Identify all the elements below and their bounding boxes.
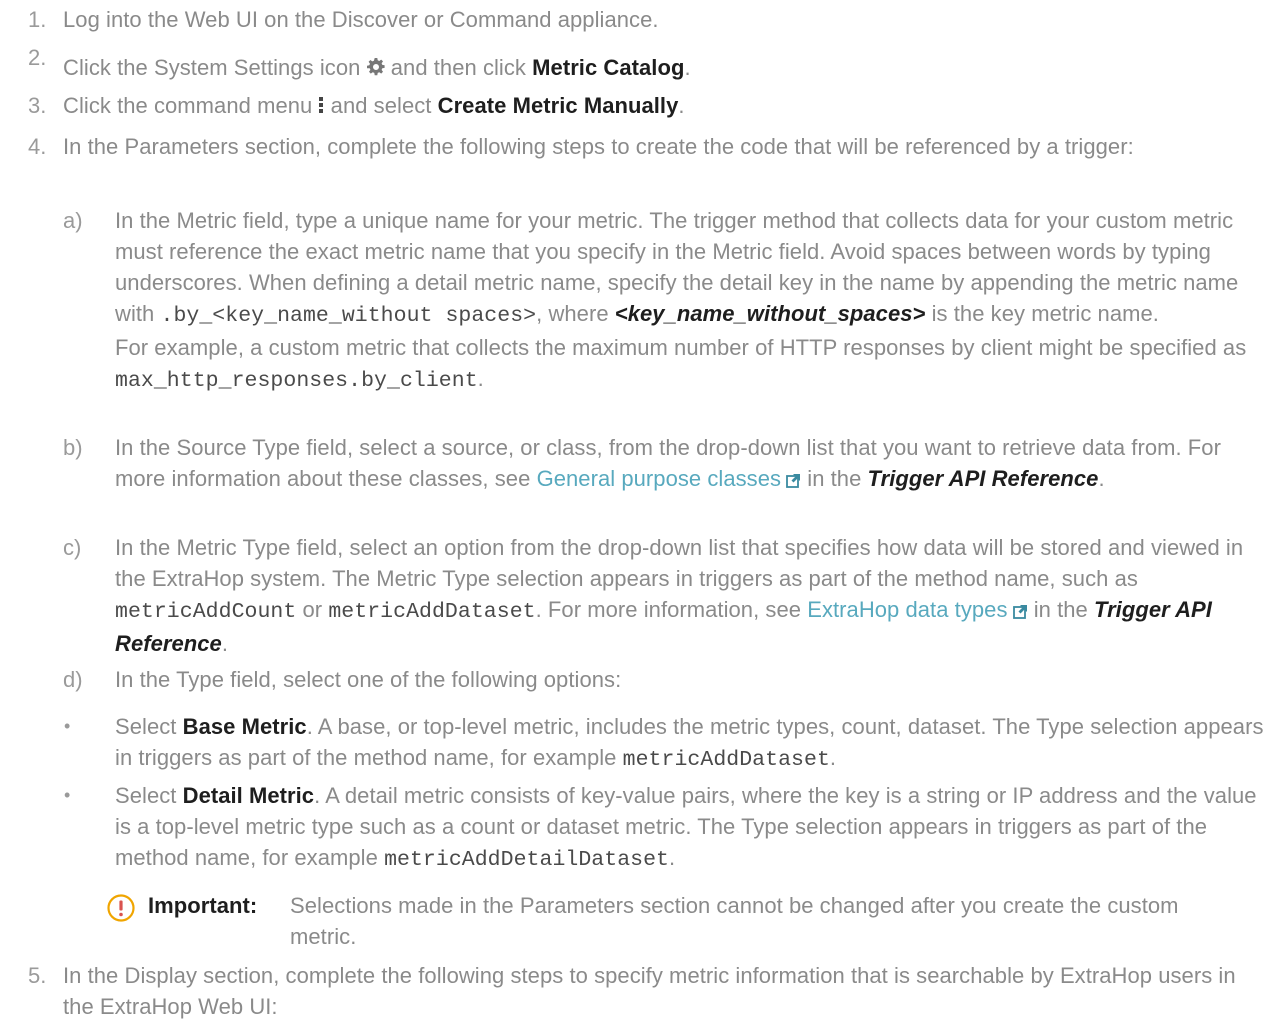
punctuation: . bbox=[221, 631, 229, 656]
step-3: 3. Click the command menu and select Cre… bbox=[0, 90, 1265, 122]
substep-c: c) In the Metric Type field, select an o… bbox=[0, 532, 1265, 659]
step-text: Click the System Settings icon bbox=[63, 55, 361, 80]
exclamation-circle-icon bbox=[106, 893, 136, 931]
step-number: 3. bbox=[28, 93, 47, 118]
example-text: For example, a custom metric that collec… bbox=[115, 335, 1247, 360]
important-note: Important: Selections made in the Parame… bbox=[106, 890, 1256, 952]
substep-text: In the Type field, select one of the fol… bbox=[115, 667, 622, 692]
substep-letter: d) bbox=[63, 667, 83, 692]
punctuation: . bbox=[829, 745, 837, 770]
code-snippet: metricAddDataset bbox=[328, 600, 536, 624]
step-number: 1. bbox=[28, 7, 47, 32]
substep-letter: a) bbox=[63, 208, 83, 233]
step-4: 4. In the Parameters section, complete t… bbox=[0, 131, 1265, 162]
step-1: 1. Log into the Web UI on the Discover o… bbox=[0, 4, 1265, 35]
gear-icon bbox=[366, 53, 385, 84]
base-metric-label: Base Metric bbox=[182, 714, 307, 739]
substep-text: in the bbox=[1033, 597, 1088, 622]
code-snippet: max_http_responses.by_client bbox=[115, 369, 478, 393]
code-snippet: metricAddDetailDataset bbox=[384, 848, 670, 872]
document-page: 1. Log into the Web UI on the Discover o… bbox=[0, 0, 1281, 1021]
bullet-base-metric: • Select Base Metric. A base, or top-lev… bbox=[0, 711, 1265, 776]
extrahop-data-types-link[interactable]: ExtraHop data types bbox=[807, 597, 1027, 622]
substep-text: . For more information, see bbox=[535, 597, 802, 622]
detail-metric-label: Detail Metric bbox=[182, 783, 315, 808]
substep-text: or bbox=[302, 597, 323, 622]
important-label: Important: bbox=[148, 893, 258, 918]
substep-text: is the key metric name. bbox=[931, 301, 1159, 326]
punctuation: . bbox=[684, 55, 691, 80]
substep-d: d) In the Type field, select one of the … bbox=[0, 664, 1265, 695]
punctuation: . bbox=[477, 366, 484, 391]
step-text: and then click bbox=[390, 55, 526, 80]
external-link-icon bbox=[786, 465, 801, 496]
external-link-icon bbox=[1012, 596, 1028, 627]
link-text: General purpose classes bbox=[536, 466, 782, 491]
step-number: 4. bbox=[28, 134, 47, 159]
bullet-marker: • bbox=[64, 785, 71, 805]
substep-letter: b) bbox=[63, 435, 83, 460]
metric-catalog-label: Metric Catalog bbox=[532, 55, 685, 80]
step-text: Click the command menu bbox=[63, 93, 313, 118]
vertical-ellipsis-icon bbox=[318, 91, 324, 122]
step-text: and select bbox=[330, 93, 432, 118]
step-text: In the Parameters section, complete the … bbox=[63, 134, 1134, 159]
code-snippet: .by_<key_name_without spaces> bbox=[160, 304, 537, 328]
substep-letter: c) bbox=[63, 535, 82, 560]
step-number: 2. bbox=[28, 45, 47, 70]
punctuation: . bbox=[1098, 466, 1105, 491]
bullet-detail-metric: • Select Detail Metric. A detail metric … bbox=[0, 780, 1265, 876]
step-text: In the Display section, complete the fol… bbox=[63, 963, 1236, 1019]
key-name-term: <key_name_without_spaces> bbox=[614, 301, 926, 326]
substep-text: in the bbox=[807, 466, 862, 491]
link-text: ExtraHop data types bbox=[807, 597, 1008, 622]
substep-b: b) In the Source Type field, select a so… bbox=[0, 432, 1265, 496]
step-5: 5. In the Display section, complete the … bbox=[0, 960, 1265, 1022]
step-2: 2. Click the System Settings icon and th… bbox=[0, 45, 1265, 84]
code-snippet: metricAddDataset bbox=[622, 748, 830, 772]
substep-text: In the Metric Type field, select an opti… bbox=[115, 535, 1244, 591]
bullet-text: Select bbox=[115, 714, 177, 739]
bullet-marker: • bbox=[64, 716, 71, 736]
punctuation: . bbox=[669, 845, 676, 870]
step-number: 5. bbox=[28, 963, 47, 988]
punctuation: . bbox=[678, 93, 685, 118]
note-text: Selections made in the Parameters sectio… bbox=[290, 893, 1179, 949]
create-metric-manually-label: Create Metric Manually bbox=[437, 93, 679, 118]
substep-text: , where bbox=[536, 301, 609, 326]
bullet-text: Select bbox=[115, 783, 177, 808]
substep-a: a) In the Metric field, type a unique na… bbox=[0, 205, 1265, 397]
general-purpose-classes-link[interactable]: General purpose classes bbox=[537, 466, 802, 491]
step-text: Log into the Web UI on the Discover or C… bbox=[63, 7, 659, 32]
code-snippet: metricAddCount bbox=[115, 600, 297, 624]
trigger-api-reference: Trigger API Reference bbox=[867, 466, 1099, 491]
